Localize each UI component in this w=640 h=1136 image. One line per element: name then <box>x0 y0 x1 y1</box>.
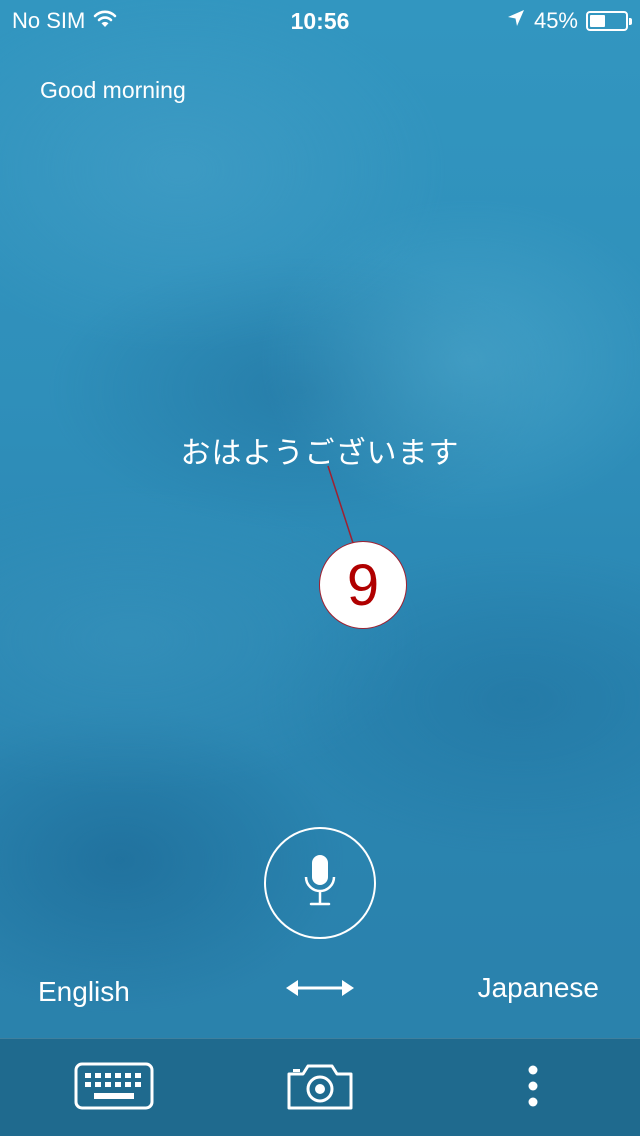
bottom-toolbar <box>0 1038 640 1136</box>
source-language-button[interactable]: English <box>38 976 130 1008</box>
swap-languages-button[interactable] <box>284 974 356 1006</box>
more-options-button[interactable] <box>503 1039 563 1136</box>
camera-button[interactable] <box>270 1039 370 1136</box>
keyboard-icon <box>74 1062 154 1115</box>
target-language-button[interactable]: Japanese <box>478 972 599 1004</box>
microphone-button[interactable] <box>264 827 376 939</box>
annotation-leader-line <box>327 465 354 544</box>
more-vertical-icon <box>526 1064 540 1113</box>
camera-icon <box>285 1060 355 1117</box>
keyboard-button[interactable] <box>64 1039 164 1136</box>
annotation-badge: 9 <box>319 541 407 629</box>
microphone-icon <box>303 853 337 914</box>
swap-arrows-icon <box>284 976 356 1005</box>
